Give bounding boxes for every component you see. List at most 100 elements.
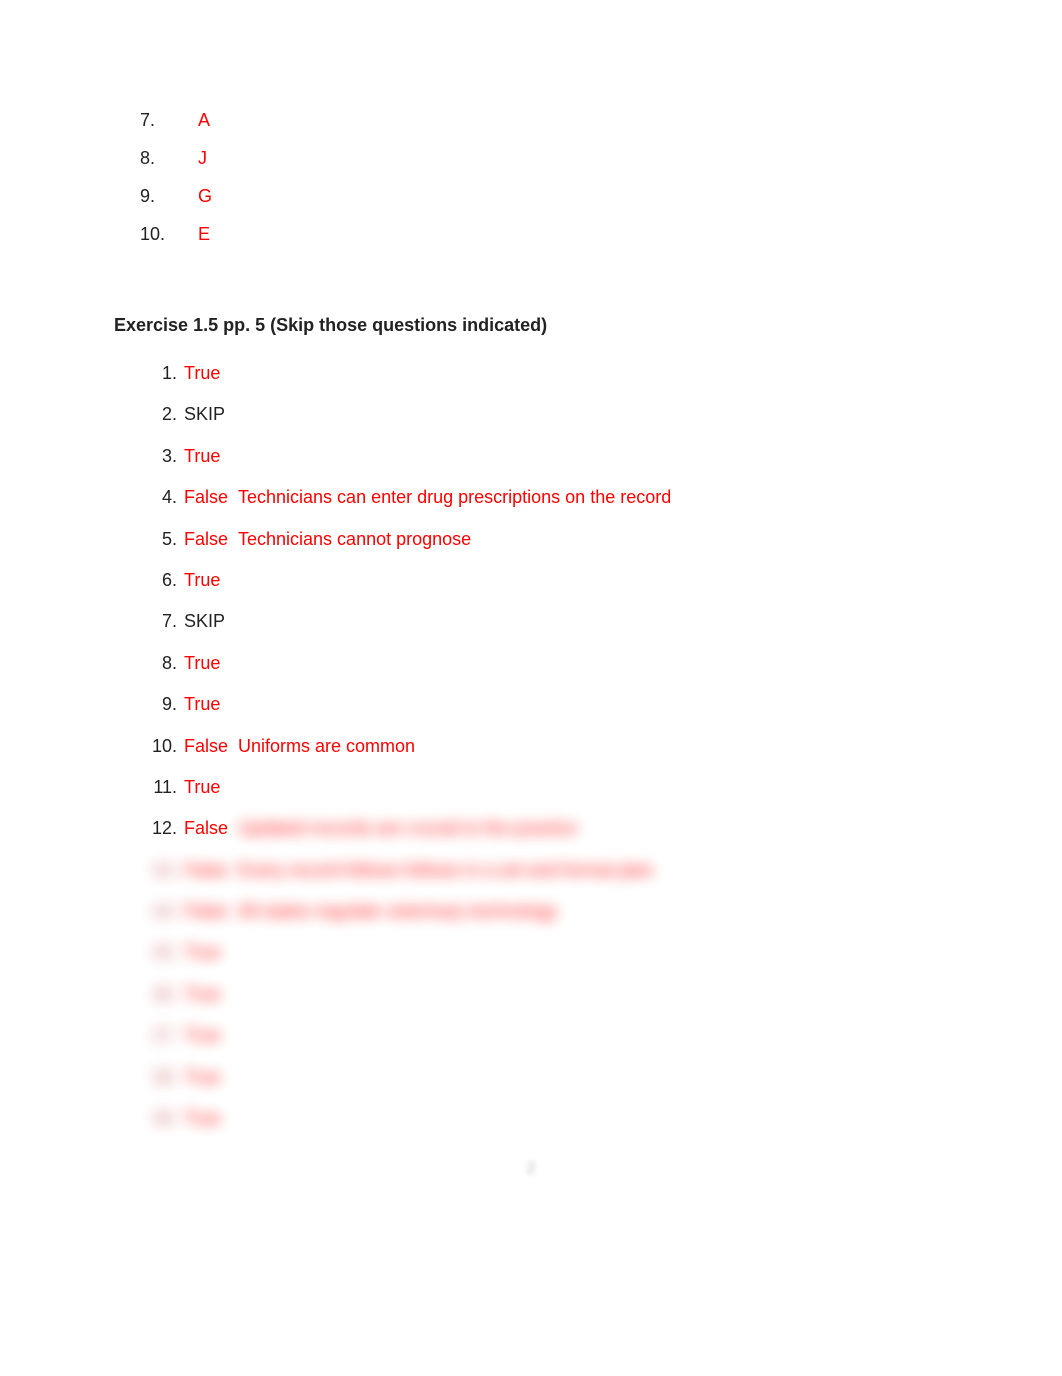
- item-answer: G: [198, 186, 212, 207]
- item-answer: True: [180, 776, 236, 799]
- item-number: 11: [140, 776, 172, 799]
- item-number: 9: [140, 693, 172, 716]
- item-answer: True: [180, 1107, 236, 1130]
- item-number: 19: [140, 1107, 172, 1130]
- dot: .: [172, 859, 180, 882]
- tf-row: 12. False Updated records are crucial to…: [140, 817, 948, 840]
- item-explanation: Every record follows follows in a set an…: [236, 859, 653, 882]
- item-answer: True: [180, 569, 236, 592]
- letter-answer-row: 7. A: [114, 110, 948, 131]
- tf-row: 1. True: [140, 362, 948, 385]
- item-number: 15: [140, 941, 172, 964]
- item-answer: A: [198, 110, 210, 131]
- tf-row-blurred: 14. False All states regulate veterinary…: [140, 900, 948, 923]
- dot: .: [172, 941, 180, 964]
- item-answer: False: [180, 900, 236, 923]
- dot: .: [172, 403, 180, 426]
- tf-row: 9. True: [140, 693, 948, 716]
- letter-answer-row: 8. J: [114, 148, 948, 169]
- item-answer: True: [180, 1066, 236, 1089]
- dot: .: [172, 528, 180, 551]
- item-answer: True: [180, 652, 236, 675]
- item-answer: J: [198, 148, 207, 169]
- dot: .: [172, 610, 180, 633]
- item-answer: False: [180, 528, 236, 551]
- tf-row-blurred: 13. False Every record follows follows i…: [140, 859, 948, 882]
- item-number: 2: [140, 403, 172, 426]
- item-answer: True: [180, 362, 236, 385]
- item-explanation: All states regulate veterinary technolog…: [236, 900, 557, 923]
- tf-row-blurred: 18. True: [140, 1066, 948, 1089]
- item-number: 8.: [114, 148, 198, 169]
- tf-row: 3. True: [140, 445, 948, 468]
- letter-answer-list: 7. A 8. J 9. G 10. E: [114, 110, 948, 245]
- item-number: 6: [140, 569, 172, 592]
- item-answer: False: [180, 735, 236, 758]
- tf-row-blurred: 16. True: [140, 983, 948, 1006]
- tf-row: 6. True: [140, 569, 948, 592]
- item-answer: True: [180, 693, 236, 716]
- dot: .: [172, 735, 180, 758]
- section-heading: Exercise 1.5 pp. 5 (Skip those questions…: [114, 315, 948, 336]
- dot: .: [172, 569, 180, 592]
- item-number: 18: [140, 1066, 172, 1089]
- dot: .: [172, 817, 180, 840]
- dot: .: [172, 983, 180, 1006]
- item-number: 16: [140, 983, 172, 1006]
- tf-row: 11. True: [140, 776, 948, 799]
- tf-row-blurred: 15. True: [140, 941, 948, 964]
- item-answer: True: [180, 941, 236, 964]
- dot: .: [172, 900, 180, 923]
- dot: .: [172, 693, 180, 716]
- dot: .: [172, 362, 180, 385]
- item-answer: SKIP: [180, 610, 236, 633]
- item-explanation: Uniforms are common: [236, 735, 415, 758]
- item-answer: True: [180, 983, 236, 1006]
- dot: .: [172, 1107, 180, 1130]
- dot: .: [172, 486, 180, 509]
- dot: .: [172, 652, 180, 675]
- tf-row: 5. False Technicians cannot prognose: [140, 528, 948, 551]
- dot: .: [172, 1024, 180, 1047]
- item-number: 10: [140, 735, 172, 758]
- item-number: 10.: [114, 224, 198, 245]
- item-number: 8: [140, 652, 172, 675]
- tf-row: 4. False Technicians can enter drug pres…: [140, 486, 948, 509]
- item-number: 12: [140, 817, 172, 840]
- item-number: 5: [140, 528, 172, 551]
- item-number: 4: [140, 486, 172, 509]
- item-explanation: Technicians can enter drug prescriptions…: [236, 486, 671, 509]
- item-number: 9.: [114, 186, 198, 207]
- true-false-list: 1. True 2. SKIP 3. True 4. False Technic…: [114, 362, 948, 1130]
- item-number: 17: [140, 1024, 172, 1047]
- item-number: 3: [140, 445, 172, 468]
- dot: .: [172, 1066, 180, 1089]
- tf-row-blurred: 17. True: [140, 1024, 948, 1047]
- item-number: 1: [140, 362, 172, 385]
- item-number: 7: [140, 610, 172, 633]
- item-explanation: Technicians cannot prognose: [236, 528, 471, 551]
- item-answer: E: [198, 224, 210, 245]
- item-number: 7.: [114, 110, 198, 131]
- tf-row: 8. True: [140, 652, 948, 675]
- dot: .: [172, 445, 180, 468]
- item-answer: True: [180, 1024, 236, 1047]
- letter-answer-row: 10. E: [114, 224, 948, 245]
- page-number: 2: [0, 1160, 1062, 1178]
- document-page: 7. A 8. J 9. G 10. E Exercise 1.5 pp. 5 …: [0, 0, 1062, 1130]
- tf-row: 10. False Uniforms are common: [140, 735, 948, 758]
- item-answer: True: [180, 445, 236, 468]
- tf-row: 7. SKIP: [140, 610, 948, 633]
- item-answer: SKIP: [180, 403, 236, 426]
- item-answer: False: [180, 859, 236, 882]
- item-explanation-blurred: Updated records are crucial to the pract…: [236, 817, 577, 840]
- item-answer: False: [180, 817, 236, 840]
- item-number: 14: [140, 900, 172, 923]
- item-answer: False: [180, 486, 236, 509]
- dot: .: [172, 776, 180, 799]
- letter-answer-row: 9. G: [114, 186, 948, 207]
- tf-row-blurred: 19. True: [140, 1107, 948, 1130]
- item-number: 13: [140, 859, 172, 882]
- tf-row: 2. SKIP: [140, 403, 948, 426]
- blurred-content: 13. False Every record follows follows i…: [140, 859, 948, 1131]
